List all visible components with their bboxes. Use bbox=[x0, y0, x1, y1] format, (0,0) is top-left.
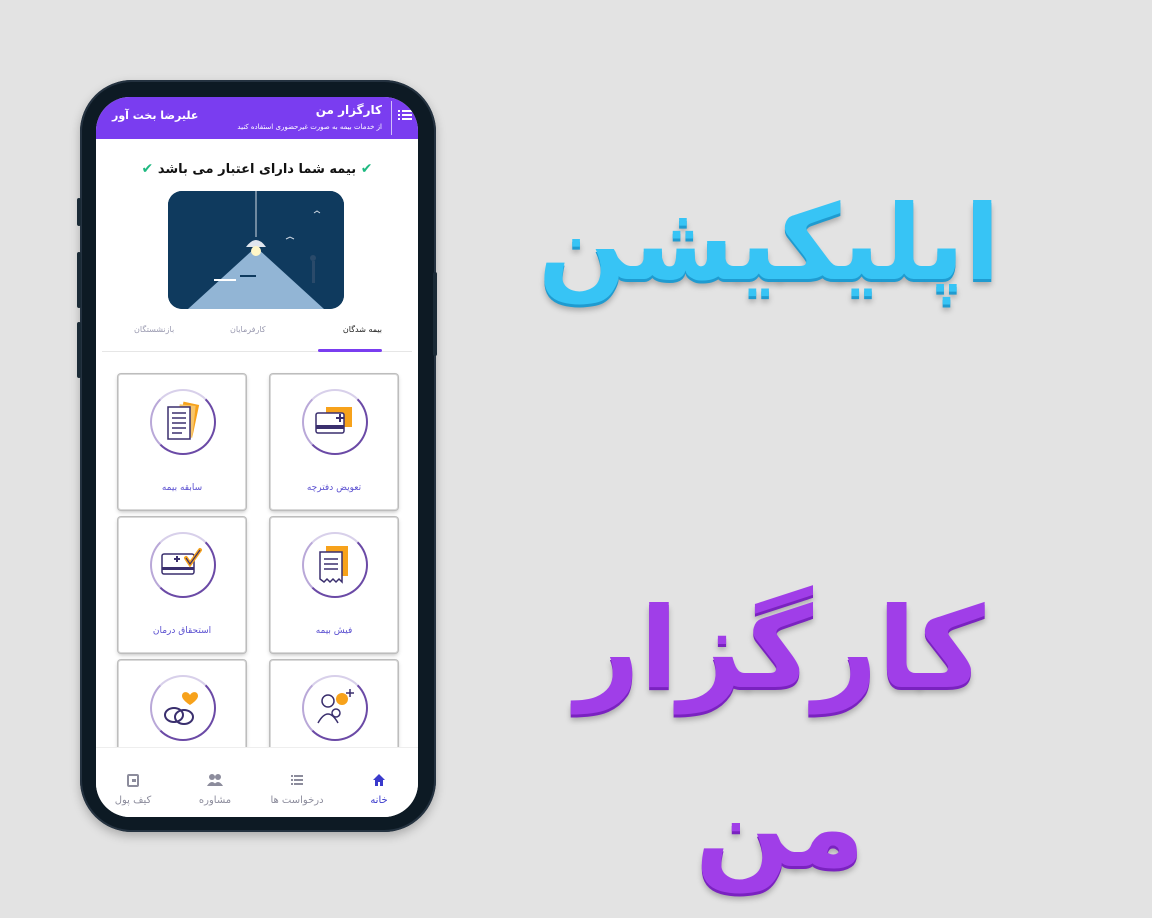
check-icon: ✔ bbox=[141, 161, 154, 177]
service-card-insurance-history[interactable]: سابقه بیمه bbox=[118, 374, 246, 510]
active-tab-indicator bbox=[318, 349, 382, 352]
phone-button-volume-up bbox=[77, 252, 81, 308]
tab-insured[interactable]: بیمه شدگان bbox=[343, 325, 382, 334]
promo-banner[interactable] bbox=[168, 191, 344, 309]
app-title: کارگزار من bbox=[315, 103, 382, 117]
insurance-status: ✔ بیمه شما دارای اعتبار می باشد ✔ bbox=[96, 161, 418, 177]
user-type-tabs: بیمه شدگان کارفرمایان بازنشستگان bbox=[102, 317, 412, 352]
menu-icon[interactable] bbox=[398, 109, 412, 121]
receipt-icon bbox=[319, 546, 348, 584]
phone-screen: کارگزار من از خدمات بیمه به صورت غیرحضور… bbox=[96, 97, 418, 817]
family-add-icon bbox=[317, 689, 354, 724]
tab-retirees[interactable]: بازنشستگان bbox=[134, 325, 174, 334]
app-header: کارگزار من از خدمات بیمه به صورت غیرحضور… bbox=[96, 97, 418, 139]
nav-label: کیف پول bbox=[114, 795, 152, 806]
people-icon bbox=[207, 774, 223, 786]
header-divider bbox=[391, 101, 392, 135]
check-icon: ✔ bbox=[360, 161, 373, 177]
nav-home[interactable]: خانه bbox=[344, 772, 414, 806]
user-name: علیرضا بخت آور bbox=[112, 109, 199, 122]
service-label: سابقه بیمه bbox=[161, 483, 203, 493]
home-icon bbox=[373, 774, 385, 786]
service-label: تعویض دفترچه bbox=[306, 483, 362, 493]
bottom-navigation: خانه درخواست ها مشاوره کیف پول bbox=[96, 747, 418, 817]
nav-label: مشاوره bbox=[198, 795, 232, 806]
status-text: بیمه شما دارای اعتبار می باشد bbox=[157, 162, 357, 177]
documents-icon bbox=[167, 401, 200, 440]
nav-label: خانه bbox=[370, 795, 388, 806]
service-card-insurance-receipt[interactable]: فیش بیمه bbox=[270, 517, 398, 653]
phone-button-power bbox=[433, 272, 437, 356]
nav-label: درخواست ها bbox=[270, 795, 324, 806]
app-subtitle: از خدمات بیمه به صورت غیرحضوری استفاده ک… bbox=[237, 123, 382, 131]
wallet-icon bbox=[127, 774, 139, 787]
tab-employers[interactable]: کارفرمایان bbox=[230, 325, 266, 334]
service-card-change-booklet[interactable]: تعویض دفترچه bbox=[270, 374, 398, 510]
nav-consulting[interactable]: مشاوره bbox=[180, 772, 250, 806]
list-icon bbox=[291, 775, 303, 785]
service-label: فیش بیمه bbox=[315, 626, 353, 636]
rings-heart-icon bbox=[164, 692, 198, 725]
lamp-illustration bbox=[168, 191, 344, 309]
nav-requests[interactable]: درخواست ها bbox=[262, 772, 332, 806]
phone-button-mute bbox=[77, 198, 81, 226]
booklet-icon bbox=[315, 407, 352, 434]
service-label: استحقاق درمان bbox=[152, 626, 212, 636]
nav-wallet[interactable]: کیف پول bbox=[98, 772, 168, 806]
service-card-treatment-eligibility[interactable]: استحقاق درمان bbox=[118, 517, 246, 653]
promo-title-app-name: کارگزار من bbox=[575, 584, 985, 894]
phone-button-volume-down bbox=[77, 322, 81, 378]
promo-title-application: اپلیکیشن bbox=[538, 182, 1000, 304]
card-check-icon bbox=[161, 548, 202, 575]
